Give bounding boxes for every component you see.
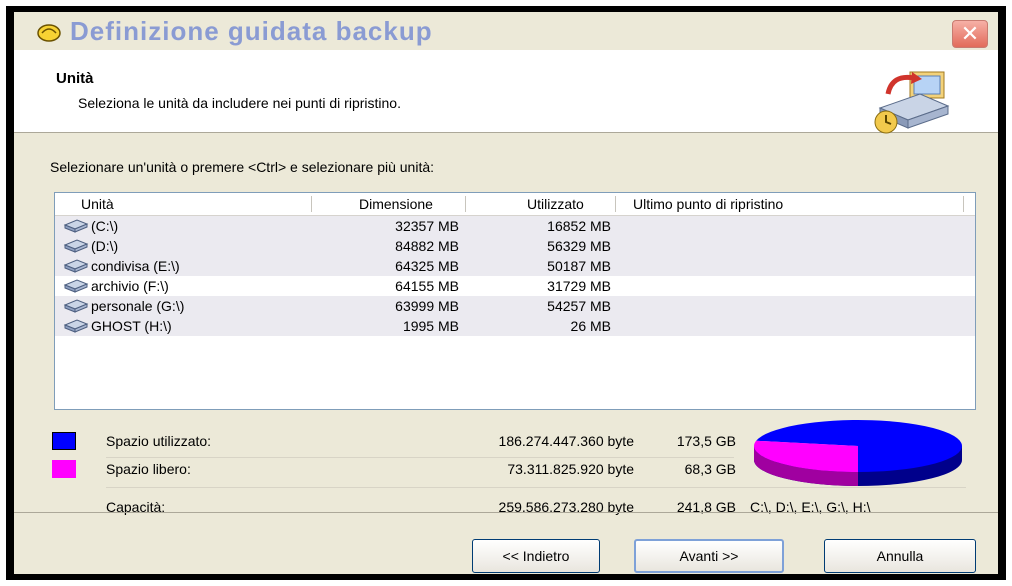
drive-used: 54257 MB — [547, 298, 611, 314]
drive-size: 64325 MB — [395, 258, 459, 274]
free-space-swatch — [52, 460, 76, 478]
drive-icon — [63, 259, 89, 273]
drive-name: condivisa (E:\) — [91, 258, 180, 274]
backup-app-icon — [37, 24, 61, 42]
column-header-last-restore[interactable]: Ultimo punto di ripristino — [633, 196, 783, 212]
back-button[interactable]: << Indietro — [472, 539, 600, 573]
drive-name: GHOST (H:\) — [91, 318, 172, 334]
drive-icon — [63, 219, 89, 233]
title-bar[interactable]: Definizione guidata backup ✕ — [14, 12, 998, 50]
cancel-button[interactable]: Annulla — [824, 539, 976, 573]
used-space-gb: 173,5 GB — [676, 433, 736, 449]
drive-size: 1995 MB — [402, 318, 459, 334]
backup-drives-icon — [874, 71, 950, 134]
space-pie-chart — [754, 420, 962, 486]
close-button[interactable]: ✕ — [952, 20, 988, 48]
column-header-used[interactable]: Utilizzato — [527, 196, 584, 212]
free-space-label: Spazio libero: — [106, 461, 191, 477]
column-header-size[interactable]: Dimensione — [359, 196, 433, 212]
table-row[interactable]: (D:\) 84882 MB 56329 MB — [55, 236, 975, 256]
table-row[interactable]: archivio (F:\) 64155 MB 31729 MB — [55, 276, 975, 296]
free-space-bytes: 73.311.825.920 byte — [507, 461, 634, 477]
drive-name: (D:\) — [91, 238, 119, 254]
drive-name: personale (G:\) — [91, 298, 185, 314]
screenshot-frame: Definizione guidata backup ✕ Unità Selez… — [6, 6, 1006, 580]
drive-used: 50187 MB — [547, 258, 611, 274]
table-row[interactable]: personale (G:\) 63999 MB 54257 MB — [55, 296, 975, 316]
instruction-text: Selezionare un'unità o premere <Ctrl> e … — [50, 159, 435, 175]
table-row[interactable]: GHOST (H:\) 1995 MB 26 MB — [55, 316, 975, 336]
page-title: Unità — [56, 70, 94, 87]
table-row[interactable]: condivisa (E:\) 64325 MB 50187 MB — [55, 256, 975, 276]
free-space-gb: 68,3 GB — [684, 461, 736, 477]
drive-name: (C:\) — [91, 218, 119, 234]
drive-list[interactable]: Unità Dimensione Utilizzato Ultimo punto… — [54, 192, 976, 410]
drive-icon — [63, 299, 89, 313]
drive-size: 63999 MB — [395, 298, 459, 314]
drive-used: 26 MB — [570, 318, 611, 334]
used-space-label: Spazio utilizzato: — [106, 433, 212, 449]
drive-used: 16852 MB — [547, 218, 611, 234]
drive-used: 56329 MB — [547, 238, 611, 254]
next-button[interactable]: Avanti >> — [634, 539, 784, 573]
wizard-window: Definizione guidata backup ✕ Unità Selez… — [14, 12, 998, 574]
drive-icon — [63, 239, 89, 253]
page-subtitle: Seleziona le unità da includere nei punt… — [78, 95, 401, 111]
drive-icon — [63, 319, 89, 333]
drive-name: archivio (F:\) — [91, 278, 169, 294]
column-header-unit[interactable]: Unità — [81, 196, 114, 212]
drive-size: 84882 MB — [395, 238, 459, 254]
wizard-header: Unità Seleziona le unità da includere ne… — [14, 50, 998, 134]
used-space-bytes: 186.274.447.360 byte — [498, 433, 634, 449]
used-space-swatch — [52, 432, 76, 450]
drive-size: 64155 MB — [395, 278, 459, 294]
drive-used: 31729 MB — [547, 278, 611, 294]
window-title: Definizione guidata backup — [70, 16, 433, 46]
close-icon: ✕ — [960, 21, 980, 46]
drive-icon — [63, 279, 89, 293]
drive-size: 32357 MB — [395, 218, 459, 234]
list-header: Unità Dimensione Utilizzato Ultimo punto… — [55, 193, 975, 216]
table-row[interactable]: (C:\) 32357 MB 16852 MB — [55, 216, 975, 236]
